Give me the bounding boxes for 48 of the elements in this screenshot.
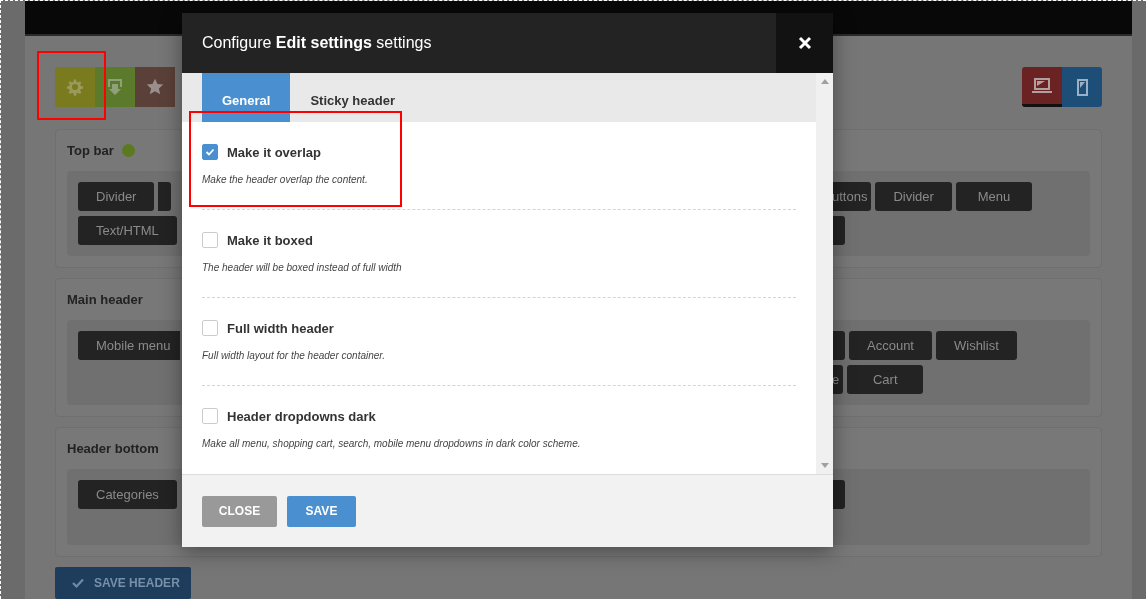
section-title: Top bar	[67, 142, 114, 158]
star-icon	[146, 78, 164, 96]
save-button[interactable]: SAVE	[287, 495, 356, 527]
element-button[interactable]: Wishlist	[936, 331, 1017, 360]
option-description: Make all menu, shopping cart, search, mobile menu dropdowns in dark color scheme.	[202, 438, 582, 449]
download-button[interactable]	[95, 67, 135, 107]
download-icon	[107, 78, 123, 96]
element-button[interactable]: e	[832, 365, 844, 394]
phone-icon	[1076, 78, 1088, 96]
section-title: Header bottom	[67, 440, 159, 456]
element-button[interactable]: uttons	[832, 182, 872, 211]
close-button[interactable]	[776, 13, 833, 73]
mobile-view-button[interactable]	[1062, 67, 1102, 107]
element-button[interactable]: Mobile menu	[78, 331, 180, 360]
option-description: Make the header overlap the content.	[202, 174, 369, 185]
option-description: The header will be boxed instead of full width	[202, 262, 403, 273]
tab[interactable]: Sticky header	[290, 73, 415, 122]
desktop-view-button[interactable]	[1022, 67, 1062, 107]
element-button[interactable]: Menu	[955, 182, 1032, 211]
element-button[interactable]: Divider	[875, 182, 952, 211]
checkbox[interactable]	[202, 320, 218, 336]
close-icon	[797, 36, 812, 50]
option-label: Make it overlap	[227, 144, 321, 160]
check-icon	[205, 148, 215, 156]
star-button[interactable]	[135, 67, 175, 107]
dialog-title: Configure Edit settings settings	[201, 34, 432, 52]
element-button[interactable]: Text/HTML	[78, 216, 177, 245]
settings-icon	[66, 78, 84, 96]
tab[interactable]: General	[202, 73, 291, 122]
scroll-up-icon	[820, 79, 829, 84]
option-label: Make it boxed	[227, 232, 313, 248]
close-button[interactable]: CLOSE	[202, 495, 277, 527]
checkbox[interactable]	[202, 408, 218, 424]
element-button[interactable]: Cart	[847, 365, 924, 394]
element-button[interactable]: Account	[849, 331, 932, 360]
element-button[interactable]: Divider	[78, 182, 155, 211]
section-title: Main header	[67, 291, 143, 307]
save-header-button[interactable]: SAVE HEADER	[55, 567, 191, 599]
element-button[interactable]: Categories	[78, 480, 177, 509]
highlight-frame	[37, 51, 106, 120]
option-label: Header dropdowns dark	[227, 408, 376, 424]
laptop-icon	[1032, 77, 1052, 94]
option-description: Full width layout for the header container.	[202, 350, 387, 361]
scrollbar[interactable]	[816, 73, 833, 474]
option-label: Full width header	[227, 320, 334, 336]
checkbox[interactable]	[202, 144, 218, 160]
check-icon	[72, 578, 84, 588]
checkbox[interactable]	[202, 232, 218, 248]
